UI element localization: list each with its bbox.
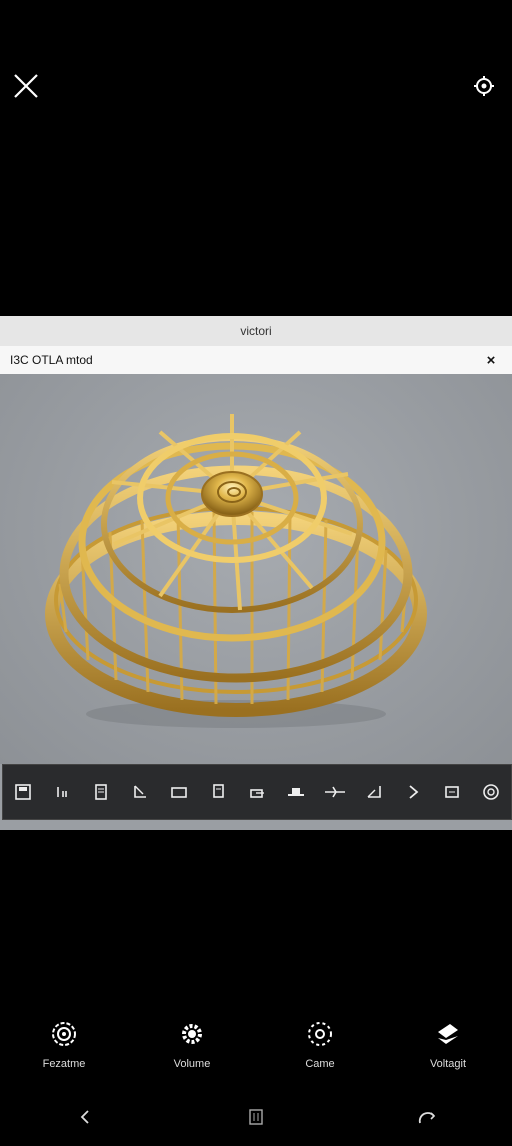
option-came[interactable]: Came <box>265 1020 375 1080</box>
layers-icon <box>438 1024 458 1044</box>
frame-icon[interactable] <box>162 775 196 809</box>
back-icon[interactable] <box>65 1100 105 1134</box>
model-canvas[interactable] <box>0 374 512 764</box>
option-label: Volume <box>173 1058 211 1070</box>
viewer-close-button[interactable]: × <box>480 349 502 371</box>
option-label: Fezatme <box>42 1058 86 1070</box>
edit-icon[interactable] <box>435 775 469 809</box>
viewer-header: I3C OTLA mtod × <box>0 346 512 375</box>
settings-gear-icon[interactable] <box>468 70 500 102</box>
home-icon[interactable] <box>407 1100 447 1134</box>
option-fezatme[interactable]: Fezatme <box>9 1020 119 1080</box>
option-label: Voltagit <box>429 1058 467 1070</box>
option-voltagit[interactable]: Voltagit <box>393 1020 503 1080</box>
system-nav-bar <box>0 1100 512 1134</box>
option-volume[interactable]: Volume <box>137 1020 247 1080</box>
recent-apps-icon[interactable] <box>236 1100 276 1134</box>
spiral-icon <box>52 1022 76 1046</box>
save-icon[interactable] <box>6 775 40 809</box>
viewer-title: victori <box>0 316 512 346</box>
export-icon[interactable] <box>240 775 274 809</box>
rotate-icon[interactable] <box>357 775 391 809</box>
orbit-icon <box>308 1022 332 1046</box>
next-icon[interactable] <box>396 775 430 809</box>
viewer-toolbar <box>2 764 512 820</box>
layers-icon[interactable] <box>201 775 235 809</box>
option-label: Came <box>305 1058 335 1070</box>
target-icon[interactable] <box>474 775 508 809</box>
document-icon[interactable] <box>84 775 118 809</box>
mode-options: Fezatme Volume Came Voltagit <box>0 1020 512 1080</box>
crop-icon[interactable] <box>123 775 157 809</box>
hat-icon[interactable] <box>279 775 313 809</box>
golden-dome-model <box>45 414 427 728</box>
text-icon[interactable] <box>45 775 79 809</box>
arrow-icon[interactable] <box>318 775 352 809</box>
close-icon[interactable] <box>6 66 46 106</box>
viewer-header-label: I3C OTLA mtod <box>10 353 93 367</box>
gear-icon <box>182 1024 202 1044</box>
model-viewer-panel: victori I3C OTLA mtod × <box>0 316 512 830</box>
